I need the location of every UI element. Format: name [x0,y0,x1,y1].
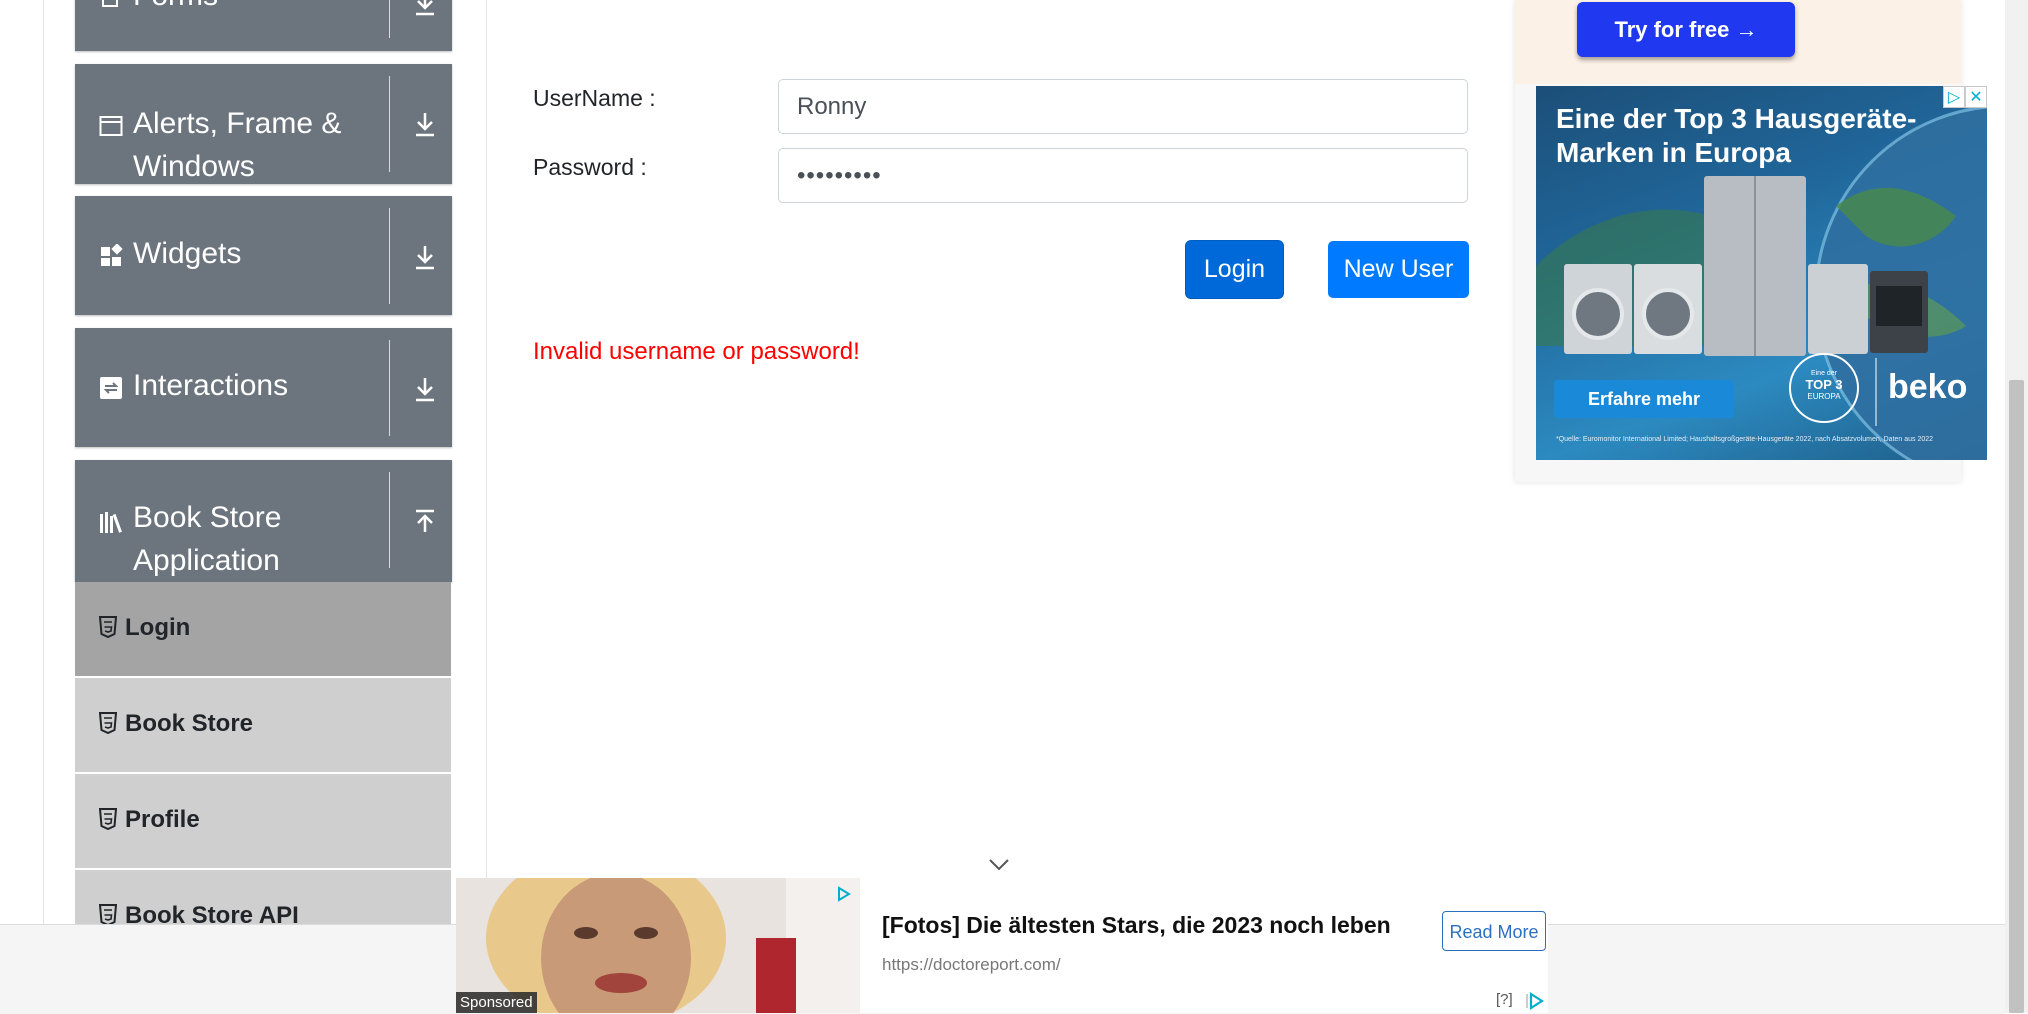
group-separator [389,76,390,172]
widgets-icon [101,244,123,266]
chevron-down-icon[interactable] [410,242,440,272]
login-button[interactable]: Login [1186,241,1283,298]
chevron-down-icon[interactable] [988,858,1010,872]
new-user-button[interactable]: New User [1328,241,1469,298]
content-divider [486,0,487,925]
sidebar-group-interactions[interactable]: Interactions [75,328,452,447]
password-input[interactable]: ••••••••• [778,148,1468,203]
forms-icon [102,0,118,7]
sponsored-headline[interactable]: [Fotos] Die ältesten Stars, die 2023 noc… [882,912,1391,939]
html5-icon [99,712,117,734]
group-separator [389,208,390,304]
sidebar-group-label-line2: Windows [133,150,255,183]
sidebar-group-label: Widgets [133,237,242,270]
ad-top-banner: Try for free → [1515,0,1961,84]
sponsored-ad[interactable]: Sponsored [Fotos] Die ältesten Stars, di… [456,878,1548,1013]
sidebar-item-book-store[interactable]: Book Store [75,678,451,774]
badge-line1: Eine der [1810,370,1838,377]
html5-icon [99,904,117,926]
ad-fine-print: *Quelle: Euromonitor International Limit… [1556,436,1934,443]
html5-icon [99,808,117,830]
interactions-icon [100,377,122,399]
try-for-free-button[interactable]: Try for free → [1577,2,1795,57]
adchoices-icon[interactable] [836,886,852,902]
top3-badge: Eine der TOP 3 EUROPA [1804,370,1844,401]
html5-icon [99,616,117,638]
badge-line3: EUROPA [1807,392,1841,401]
chevron-down-icon[interactable] [410,0,440,18]
scrollbar-thumb[interactable] [2009,380,2024,1013]
sidebar-group-forms[interactable]: Forms [75,0,452,51]
sidebar-group-label: Alerts, Frame & [133,107,342,140]
ad-photo: Sponsored [456,878,860,1013]
beko-ad[interactable]: Eine der Top 3 Hausgeräte-Marken in Euro… [1536,86,1987,460]
erfahre-mehr-button[interactable]: Erfahre mehr [1554,380,1734,418]
sidebar-group-widgets[interactable]: Widgets [75,196,452,315]
group-separator [389,340,390,436]
beko-ad-headline: Eine der Top 3 Hausgeräte-Marken in Euro… [1556,103,1917,168]
sidebar-group-label: Forms [133,0,218,17]
close-icon[interactable]: ✕ [1965,86,1987,108]
sidebar-group-alerts[interactable]: Alerts, Frame & Windows [75,64,452,184]
sidebar-item-login[interactable]: Login [75,582,451,678]
sponsored-label: Sponsored [456,992,537,1013]
sidebar-item-profile[interactable]: Profile [75,774,451,870]
ad-choices: ▷ ✕ [1943,86,1987,108]
sidebar-group-label: Book Store [133,501,282,534]
adchoices-icon[interactable]: ▷ [1943,86,1965,108]
sidebar-group-label: Interactions [133,369,289,402]
error-message: Invalid username or password! [533,338,860,365]
sidebar-item-label: Book Store [125,710,254,737]
sidebar-group-label-line2: Application [133,544,280,577]
window-icon [99,116,123,136]
beko-logo: beko [1888,368,1968,406]
sidebar-item-label: Login [125,614,191,641]
sidebar-group-book-store-application[interactable]: Book Store Application [75,460,452,582]
sidebar-item-label: Profile [125,806,200,833]
chevron-up-icon[interactable] [410,508,440,538]
group-separator [389,0,390,38]
password-label: Password : [533,154,647,180]
chevron-down-icon[interactable] [410,109,440,139]
ad-help-link[interactable]: [?] [1496,991,1513,1008]
chevron-down-icon[interactable] [410,374,440,404]
badge-line2: TOP 3 [1805,377,1843,392]
sidebar-outer-border [43,0,44,925]
adchoices-icon[interactable] [1526,992,1544,1010]
read-more-button[interactable]: Read More [1442,911,1546,951]
books-icon [100,512,122,533]
sponsored-url[interactable]: https://doctoreport.com/ [882,955,1061,975]
username-label: UserName : [533,85,656,111]
username-input[interactable]: Ronny [778,79,1468,134]
group-separator [389,472,390,568]
